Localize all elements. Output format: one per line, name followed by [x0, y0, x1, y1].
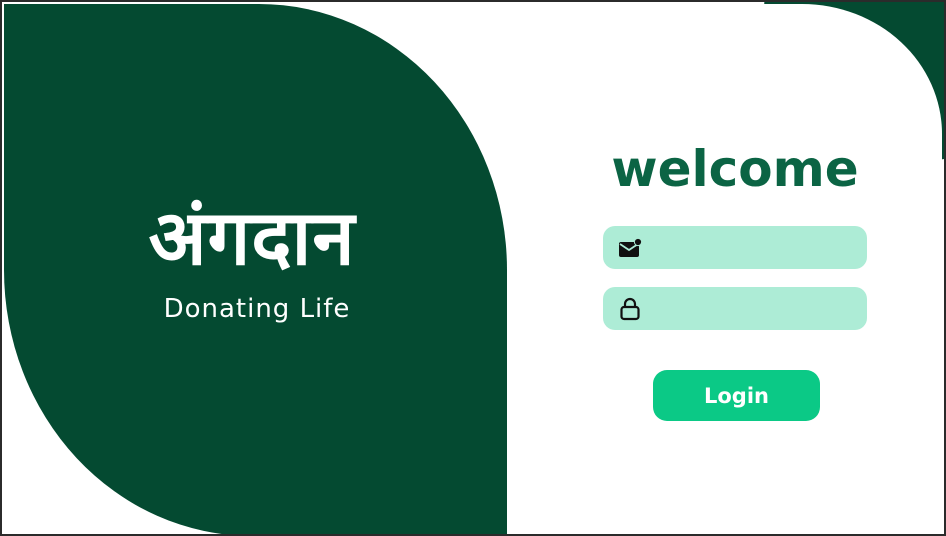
brand-title: अंगदान	[148, 193, 356, 282]
mail-icon	[617, 236, 643, 260]
email-field[interactable]	[603, 226, 867, 269]
password-field[interactable]	[603, 287, 867, 330]
email-input[interactable]	[651, 232, 855, 265]
lock-icon	[617, 297, 643, 321]
login-button[interactable]: Login	[653, 370, 820, 421]
login-screen: अंगदान Donating Life welcome Login	[0, 0, 946, 536]
welcome-heading: welcome	[611, 140, 859, 198]
password-input[interactable]	[651, 293, 855, 326]
brand-tagline: Donating Life	[163, 294, 351, 324]
